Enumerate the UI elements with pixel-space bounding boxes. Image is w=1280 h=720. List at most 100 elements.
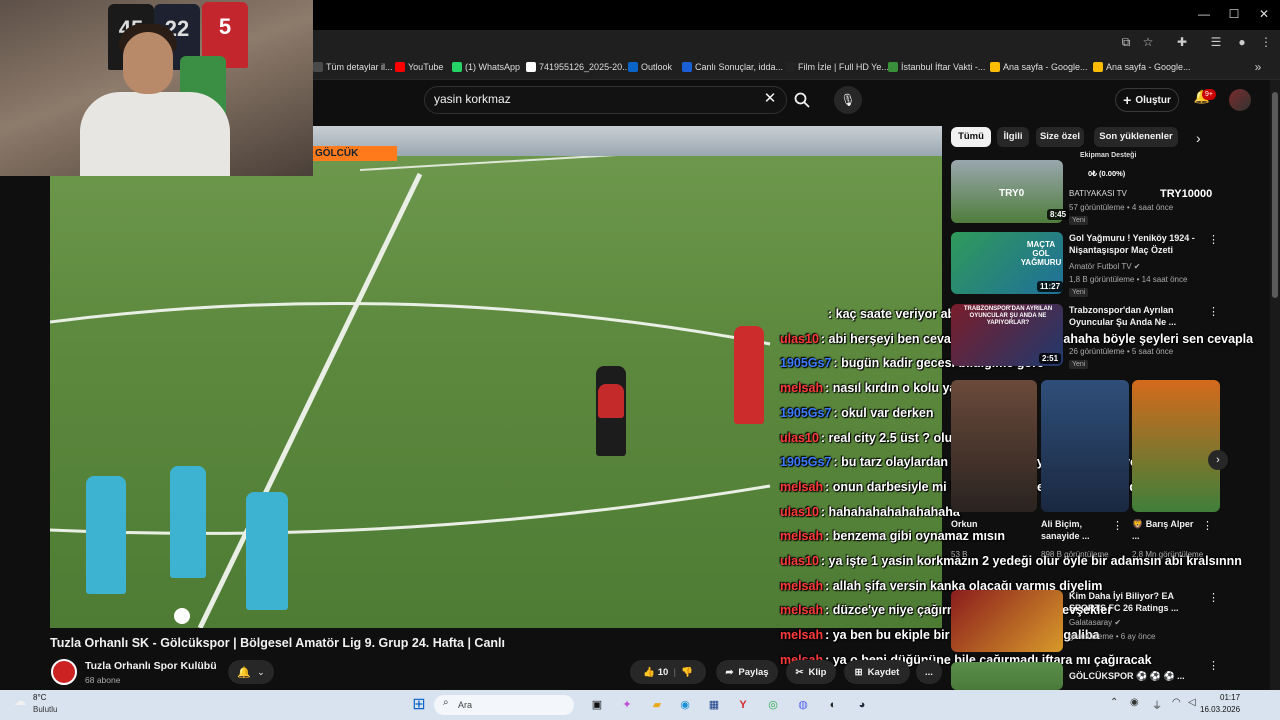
bookmark-item[interactable]: Ana sayfa - Google... — [1093, 59, 1191, 75]
short-1-title[interactable]: Orkun — [951, 519, 1031, 531]
bookmark-label: Canlı Sonuçlar, idda... — [695, 62, 784, 72]
share-button[interactable]: ➦ Paylaş — [716, 660, 778, 684]
sidebar-video-2-thumb-text: MAÇTA GOL YAĞMURU — [1020, 240, 1062, 267]
bookmark-item[interactable]: Ana sayfa - Google... — [990, 59, 1088, 75]
chrome-icon[interactable]: ◎ — [762, 694, 784, 716]
microphone-icon[interactable]: 🎙 — [834, 86, 862, 114]
start-menu-icon[interactable]: ⊞ — [408, 694, 430, 716]
search-icon[interactable] — [788, 86, 816, 114]
bookmark-star-icon[interactable]: ☆ — [1138, 33, 1158, 51]
short-2-title[interactable]: Ali Biçim, sanayide ... — [1041, 519, 1111, 542]
bookmark-item[interactable]: (1) WhatsApp — [452, 59, 520, 75]
steam-icon[interactable]: ◕ — [851, 694, 873, 716]
short-2-menu-icon[interactable]: ⋮ — [1112, 519, 1123, 532]
cast-icon[interactable]: ⧉ — [1116, 33, 1136, 51]
copilot-icon[interactable]: ✦ — [616, 694, 638, 716]
volume-icon[interactable]: ◁ — [1188, 697, 1196, 708]
sidebar-video-4-thumbnail[interactable] — [951, 590, 1063, 652]
wifi-icon[interactable]: ◠ — [1172, 697, 1181, 708]
sidebar-video-5-thumbnail[interactable] — [951, 662, 1063, 690]
save-button[interactable]: ⊞ Kaydet — [844, 660, 910, 684]
bookmark-item[interactable]: Canlı Sonuçlar, idda... — [682, 59, 783, 75]
chat-text: : hahahahahahahahaha — [820, 504, 960, 519]
filter-chip[interactable]: Tümü — [951, 127, 991, 147]
clear-search-icon[interactable]: ✕ — [760, 89, 780, 109]
create-button[interactable]: + Oluştur — [1115, 88, 1179, 112]
windows-taskbar — [0, 690, 1280, 720]
bookmark-item[interactable]: Outlook — [628, 59, 672, 75]
channel-avatar[interactable] — [51, 659, 77, 685]
account-avatar[interactable] — [1229, 89, 1251, 111]
clip-label: Klip — [808, 666, 827, 678]
bookmark-item[interactable]: 741955126_2025-20... — [526, 59, 630, 75]
page-scrollbar-thumb[interactable] — [1272, 92, 1278, 298]
minimize-button[interactable]: — — [1188, 4, 1220, 24]
short-3-title[interactable]: 🦁 Barış Alper ... — [1132, 519, 1202, 542]
profile-icon[interactable]: ● — [1232, 33, 1252, 51]
menu-icon[interactable]: ⋮ — [1256, 33, 1276, 51]
sidebar-video-3-menu-icon[interactable]: ⋮ — [1208, 305, 1219, 318]
bookmarks-overflow-icon[interactable]: » — [1248, 58, 1268, 76]
chat-text: : benzema gibi oynamaz mısın — [825, 529, 1005, 544]
extensions-icon[interactable]: ✚ — [1172, 33, 1192, 51]
tray-app-icon[interactable]: ◉ — [1130, 697, 1139, 708]
like-button[interactable]: 👍 10 — [643, 667, 668, 678]
sidebar-video-4-channel[interactable]: Galatasaray ✔ — [1069, 618, 1121, 627]
more-actions-button[interactable]: ... — [916, 660, 942, 684]
close-window-button[interactable]: ✕ — [1248, 4, 1280, 24]
sidebar-video-2-menu-icon[interactable]: ⋮ — [1208, 233, 1219, 246]
sidebar-video-2-channel[interactable]: Amatör Futbol TV ✔ — [1069, 262, 1140, 271]
verified-icon: ✔ — [1114, 618, 1122, 627]
clip-button[interactable]: ✂ Klip — [786, 660, 836, 684]
chat-username: ulas10 — [780, 331, 819, 346]
maximize-button[interactable]: ☐ — [1218, 4, 1250, 24]
short-2-thumbnail[interactable] — [1041, 380, 1129, 512]
filter-chip[interactable]: Size özel — [1036, 127, 1084, 147]
weather-icon[interactable]: ☁ — [14, 694, 26, 708]
short-3-menu-icon[interactable]: ⋮ — [1202, 519, 1213, 532]
sidebar-video-1-channel[interactable]: BATIYAKASI TV — [1069, 189, 1127, 198]
dislike-button[interactable]: 👎 — [681, 667, 693, 678]
sidebar-video-5-menu-icon[interactable]: ⋮ — [1208, 659, 1219, 672]
clock-date[interactable]: 16.03.2026 — [1200, 705, 1240, 714]
sidebar-video-1-new-badge: Yeni — [1069, 216, 1089, 225]
filter-chip[interactable]: İlgili — [997, 127, 1029, 147]
short-1-thumbnail[interactable] — [951, 380, 1037, 512]
filter-chip[interactable]: Son yüklenenler — [1094, 127, 1178, 147]
sidebar-video-2-title[interactable]: Gol Yağmuru ! Yeniköy 1924 - Nişantaşısp… — [1069, 233, 1204, 256]
sidebar-video-4-menu-icon[interactable]: ⋮ — [1208, 591, 1219, 604]
weather-temp[interactable]: 8°C — [33, 693, 46, 702]
task-view-icon[interactable]: ▣ — [586, 694, 608, 716]
sidebar-video-4-title[interactable]: Kim Daha İyi Biliyor? EA SPORTS FC 26 Ra… — [1069, 591, 1204, 614]
tray-overflow-icon[interactable]: ⌃ — [1110, 697, 1118, 708]
chips-next-icon[interactable]: › — [1196, 130, 1201, 146]
discord-icon[interactable]: ◍ — [792, 694, 814, 716]
bookmark-item[interactable]: Film İzle | Full HD Ye... — [785, 59, 889, 75]
bookmark-label: Film İzle | Full HD Ye... — [798, 62, 889, 72]
obs-icon[interactable]: ◐ — [822, 694, 844, 716]
channel-name[interactable]: Tuzla Orhanlı Spor Kulübü — [85, 660, 217, 672]
player-away-jersey — [598, 384, 624, 418]
reading-list-icon[interactable]: ☰ — [1206, 33, 1226, 51]
edge-icon[interactable]: ◉ — [674, 694, 696, 716]
video-player[interactable] — [50, 126, 942, 628]
store-icon[interactable]: ▦ — [703, 694, 725, 716]
weather-desc[interactable]: Bulutlu — [33, 705, 57, 714]
shorts-next-icon[interactable]: › — [1208, 450, 1228, 470]
subscribe-bell-button[interactable]: 🔔 ⌄ — [228, 660, 274, 684]
taskbar-search[interactable]: Ara — [434, 695, 574, 715]
bookmark-item[interactable]: Tüm detaylar il... — [313, 59, 393, 75]
bookmark-item[interactable]: YouTube — [395, 59, 443, 75]
chat-username: melsah — [780, 529, 824, 544]
bookmark-item[interactable]: İstanbul İftar Vakti -... — [888, 59, 985, 75]
yandex-icon[interactable]: Y — [732, 694, 754, 716]
file-explorer-icon[interactable]: ▰ — [646, 694, 668, 716]
bookmark-favicon-icon — [682, 62, 692, 72]
sidebar-video-3-title[interactable]: Trabzonspor'dan Ayrılan Oyuncular Şu And… — [1069, 305, 1204, 328]
sidebar-video-5-title[interactable]: GÖLCÜKSPOR ⚽ ⚽ ⚽ ... — [1069, 671, 1185, 683]
short-3-thumbnail[interactable] — [1132, 380, 1220, 512]
short-1-meta: 53 B — [951, 550, 968, 559]
chat-username: ulas10 — [780, 554, 819, 568]
clock-time[interactable]: 01:17 — [1220, 693, 1240, 702]
tray-usb-icon[interactable]: ⏚ — [1152, 697, 1162, 712]
